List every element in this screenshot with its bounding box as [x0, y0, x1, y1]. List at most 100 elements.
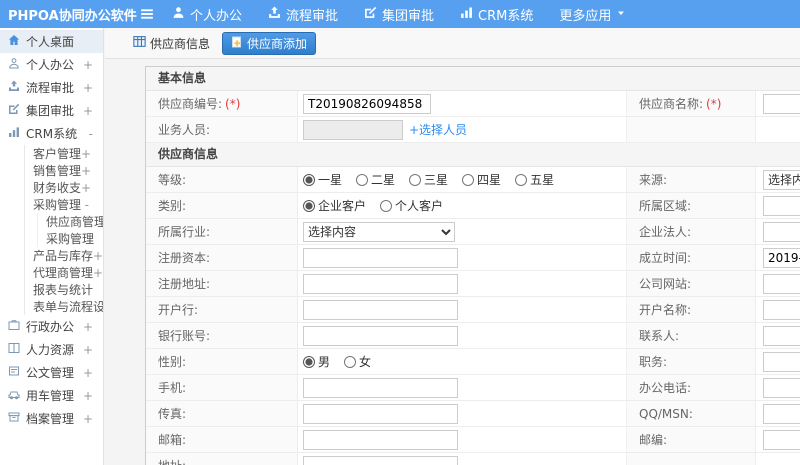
email-input[interactable] [303, 429, 458, 450]
supplier-no-input[interactable] [303, 93, 431, 114]
bank-branch-input[interactable] [303, 299, 458, 320]
bank-branch-label: 开户行: [158, 303, 199, 317]
sidebar-item-personal-office[interactable]: 个人办公 + [0, 53, 103, 76]
contact-person-input[interactable] [763, 325, 800, 346]
expand-icon[interactable]: + [83, 412, 95, 426]
collapse-icon[interactable]: - [89, 127, 95, 141]
sidebar-item-supplier-mgmt[interactable]: 供应商管理 [38, 213, 103, 230]
add-document-icon [231, 36, 243, 51]
nav-item-crm[interactable]: CRM系统 [460, 5, 533, 24]
office-phone-input[interactable] [763, 377, 800, 398]
sidebar-item-hr[interactable]: 人力资源 + [0, 338, 103, 361]
gender-radio-male[interactable]: 男 [303, 353, 330, 370]
zip-input[interactable] [763, 429, 800, 450]
expand-icon[interactable]: + [93, 266, 103, 280]
nav-item-personal-office[interactable]: 个人办公 [172, 5, 242, 24]
registered-address-input[interactable] [303, 273, 458, 294]
form-row-gender: 性别: 男 女 职务: [146, 349, 800, 375]
source-select[interactable]: 选择内容 [763, 169, 800, 190]
established-date-label: 成立时间: [639, 251, 692, 265]
registered-capital-input[interactable] [303, 247, 458, 268]
established-date-input[interactable] [763, 247, 800, 268]
section-header-basic-info: 基本信息 [146, 67, 800, 91]
expand-icon[interactable]: + [81, 164, 93, 178]
form-row-category: 类别: 企业客户 个人客户 所属区域: [146, 193, 800, 219]
sidebar-item-form-flow-settings[interactable]: 表单与流程设置 + [25, 298, 103, 315]
sidebar-item-sales-mgmt[interactable]: 销售管理 + [25, 162, 103, 179]
sidebar-item-products-inventory[interactable]: 产品与库存 + [25, 247, 103, 264]
tab-supplier-add[interactable]: 供应商添加 [222, 31, 317, 55]
level-radio-2star[interactable]: 二星 [356, 171, 395, 188]
account-name-input[interactable] [763, 299, 800, 320]
tab-supplier-info[interactable]: 供应商信息 [133, 35, 210, 52]
sidebar-item-admin-office[interactable]: 行政办公 + [0, 315, 103, 338]
level-radio-5star[interactable]: 五星 [515, 171, 554, 188]
expand-icon[interactable]: + [83, 81, 95, 95]
expand-icon[interactable]: + [83, 320, 95, 334]
form-row-level: 等级: 一星 二星 三星 四星 五星 来源: 选择内容 [146, 167, 800, 193]
address-input[interactable] [303, 455, 458, 465]
mobile-input[interactable] [303, 377, 458, 398]
level-label: 等级: [158, 173, 187, 187]
sidebar-item-vehicle-mgmt[interactable]: 用车管理 + [0, 384, 103, 407]
level-radio-3star[interactable]: 三星 [409, 171, 448, 188]
expand-icon[interactable]: + [81, 181, 93, 195]
form-row-supplier-no: 供应商编号: (*) 供应商名称: (*) [146, 91, 800, 117]
car-icon [8, 388, 20, 403]
qq-msn-input[interactable] [763, 403, 800, 424]
gender-radio-female[interactable]: 女 [344, 353, 371, 370]
app-logo: PHPOA协同办公软件 [8, 8, 137, 24]
document-icon [8, 365, 20, 380]
category-label: 类别: [158, 199, 187, 213]
collapse-icon[interactable]: - [85, 198, 91, 212]
region-input[interactable] [763, 195, 800, 216]
sidebar-item-customer-mgmt[interactable]: 客户管理 + [25, 145, 103, 162]
expand-icon[interactable]: + [83, 389, 95, 403]
sidebar-item-flow-approval[interactable]: 流程审批 + [0, 76, 103, 99]
expand-icon[interactable]: + [83, 58, 95, 72]
sidebar-item-agent-mgmt[interactable]: 代理商管理 + [25, 264, 103, 281]
salesperson-label: 业务人员: [158, 123, 211, 137]
nav-item-group-approval[interactable]: 集团审批 [364, 5, 434, 24]
source-label: 来源: [639, 173, 668, 187]
form-row-fax: 传真: QQ/MSN: [146, 401, 800, 427]
sidebar-item-purchasing[interactable]: 采购管理 [38, 230, 103, 247]
sidebar-item-crm[interactable]: CRM系统 - [0, 122, 103, 145]
company-website-input[interactable] [763, 273, 800, 294]
sidebar-item-group-approval[interactable]: 集团审批 + [0, 99, 103, 122]
home-icon [8, 34, 20, 49]
salesperson-input[interactable] [303, 119, 403, 140]
sidebar-item-archive-mgmt[interactable]: 档案管理 + [0, 407, 103, 430]
form-row-bank-account: 银行账号: 联系人: [146, 323, 800, 349]
sidebar-item-personal-desktop[interactable]: 个人桌面 [0, 30, 103, 53]
sidebar-item-reports-stats[interactable]: 报表与统计 [25, 281, 103, 298]
expand-icon[interactable]: + [83, 366, 95, 380]
hamburger-menu-icon[interactable] [140, 7, 154, 21]
sidebar-item-document-mgmt[interactable]: 公文管理 + [0, 361, 103, 384]
nav-item-flow-approval[interactable]: 流程审批 [268, 5, 338, 24]
sidebar-item-finance[interactable]: 财务收支 + [25, 179, 103, 196]
expand-icon[interactable]: + [93, 249, 103, 263]
nav-item-more-apps[interactable]: 更多应用 [559, 5, 626, 24]
level-radio-4star[interactable]: 四星 [462, 171, 501, 188]
region-label: 所属区域: [639, 199, 692, 213]
chart-icon [8, 126, 20, 141]
expand-icon[interactable]: + [83, 104, 95, 118]
legal-person-input[interactable] [763, 221, 800, 242]
supplier-name-input[interactable] [763, 93, 800, 114]
required-mark: (*) [225, 96, 241, 111]
supplier-name-label: 供应商名称: [639, 97, 704, 111]
industry-select[interactable]: 选择内容 [303, 221, 455, 242]
category-radio-enterprise[interactable]: 企业客户 [303, 197, 366, 214]
category-radio-individual[interactable]: 个人客户 [380, 197, 443, 214]
expand-icon[interactable]: + [83, 343, 95, 357]
expand-icon[interactable]: + [81, 147, 93, 161]
position-input[interactable] [763, 351, 800, 372]
choose-person-link[interactable]: +选择人员 [409, 121, 467, 138]
sidebar-item-purchase-mgmt[interactable]: 采购管理 - [25, 196, 103, 213]
level-radio-1star[interactable]: 一星 [303, 171, 342, 188]
gender-label: 性别: [158, 355, 187, 369]
bank-account-input[interactable] [303, 325, 458, 346]
fax-input[interactable] [303, 403, 458, 424]
form-row-bank-branch: 开户行: 开户名称: [146, 297, 800, 323]
